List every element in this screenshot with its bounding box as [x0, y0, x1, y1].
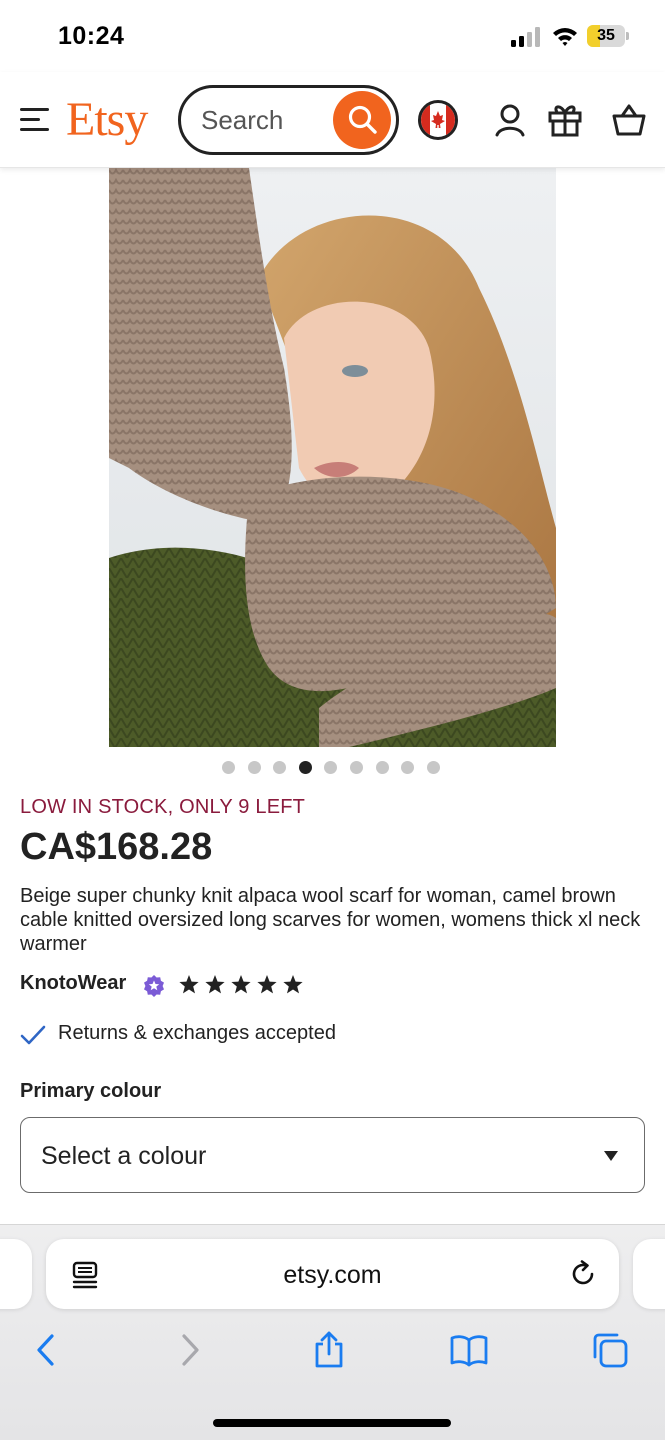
- star-icon: [231, 975, 251, 994]
- image-carousel-dots[interactable]: [222, 761, 444, 775]
- shop-row: KnotoWear: [20, 970, 420, 1000]
- next-tab-pill[interactable]: [633, 1239, 665, 1309]
- carousel-dot[interactable]: [324, 761, 338, 774]
- star-icon: [283, 975, 303, 994]
- battery-body: 35: [587, 25, 625, 47]
- checkmark-icon: [20, 1025, 46, 1045]
- product-price: CA$168.28: [20, 826, 213, 868]
- wifi-icon: [553, 28, 577, 46]
- browser-toolbar: etsy.com: [0, 1224, 665, 1440]
- carousel-dot[interactable]: [222, 761, 235, 774]
- search-bar: [178, 85, 399, 155]
- battery-percent: 35: [597, 27, 615, 44]
- back-icon[interactable]: [28, 1331, 66, 1369]
- colour-select[interactable]: Select a colour: [20, 1117, 645, 1193]
- star-icon: [205, 975, 225, 994]
- colour-select-value: Select a colour: [41, 1142, 207, 1170]
- site-header: Etsy: [0, 72, 665, 168]
- carousel-dot[interactable]: [350, 761, 363, 774]
- star-seller-badge-icon: [144, 975, 164, 997]
- battery-icon: 35: [587, 25, 629, 47]
- etsy-logo[interactable]: Etsy: [66, 92, 148, 147]
- carousel-dot[interactable]: [298, 761, 312, 774]
- menu-icon[interactable]: [18, 106, 52, 134]
- share-icon[interactable]: [310, 1331, 348, 1369]
- colour-label: Primary colour: [20, 1080, 162, 1102]
- caret-down-icon: [604, 1151, 618, 1161]
- product-photo: [109, 168, 556, 747]
- address-bar[interactable]: etsy.com: [46, 1239, 619, 1309]
- reload-icon[interactable]: [569, 1260, 597, 1288]
- returns-policy: Returns & exchanges accepted: [20, 1022, 520, 1050]
- carousel-dot[interactable]: [401, 761, 415, 774]
- home-indicator[interactable]: [213, 1419, 451, 1427]
- carousel-dot[interactable]: [247, 761, 261, 774]
- returns-text: Returns & exchanges accepted: [58, 1022, 336, 1044]
- stock-status: LOW IN STOCK, ONLY 9 LEFT: [20, 796, 306, 818]
- shop-name-link[interactable]: KnotoWear: [20, 972, 126, 995]
- bookmarks-icon[interactable]: [450, 1331, 488, 1369]
- status-time: 10:24: [58, 22, 125, 50]
- search-input[interactable]: [201, 88, 331, 152]
- product-title: Beige super chunky knit alpaca wool scar…: [20, 885, 641, 955]
- cellular-signal-icon: [511, 27, 540, 47]
- battery-nub: [626, 32, 629, 40]
- basket-icon[interactable]: [611, 102, 647, 138]
- carousel-dot[interactable]: [426, 761, 440, 774]
- carousel-dot[interactable]: [375, 761, 389, 774]
- carousel-dot[interactable]: [273, 761, 287, 774]
- url-text: etsy.com: [283, 1261, 382, 1289]
- rating-stars[interactable]: [178, 974, 308, 996]
- search-button[interactable]: [333, 91, 391, 149]
- star-icon: [257, 975, 277, 994]
- product-image[interactable]: [109, 168, 556, 747]
- star-icon: [179, 975, 199, 994]
- canada-flag-icon[interactable]: [418, 100, 458, 140]
- status-bar: 10:24 35: [0, 0, 665, 72]
- tabs-icon[interactable]: [591, 1331, 629, 1369]
- previous-tab-pill[interactable]: [0, 1239, 32, 1309]
- account-icon[interactable]: [492, 102, 528, 138]
- search-icon: [348, 105, 377, 134]
- forward-icon[interactable]: [170, 1331, 208, 1369]
- gift-icon[interactable]: [547, 102, 583, 138]
